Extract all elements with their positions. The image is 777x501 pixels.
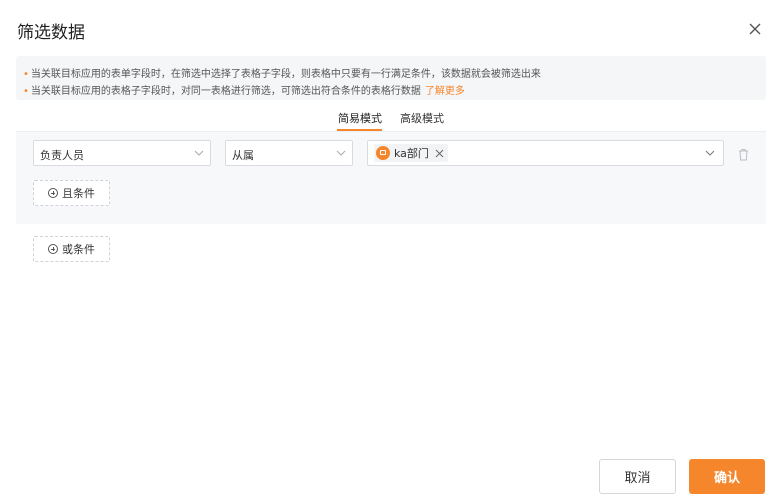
notice-text-1: 当关联目标应用的表单字段时，在筛选中选择了表格子字段，则表格中只要有一行满足条件… — [30, 69, 541, 80]
mode-tabs: 简易模式 高级模式 — [0, 110, 777, 132]
add-or-condition-button[interactable]: 或条件 — [33, 236, 110, 262]
chevron-down-icon — [194, 150, 204, 156]
add-and-condition-button[interactable]: 且条件 — [33, 180, 110, 206]
or-condition-label: 或条件 — [62, 243, 95, 256]
value-select[interactable]: ka部门 — [367, 140, 724, 166]
operator-select-value: 从属 — [232, 149, 254, 162]
field-select-value: 负责人员 — [40, 149, 84, 162]
learn-more-link[interactable]: 了解更多 — [425, 86, 465, 97]
close-icon[interactable] — [746, 20, 764, 38]
tab-simple-mode[interactable]: 简易模式 — [338, 110, 382, 126]
and-condition-label: 且条件 — [62, 187, 95, 200]
notice-line-2: • 当关联目标应用的表格子字段时，对同一表格进行筛选，可筛选出符合条件的表格行数据… — [23, 86, 465, 97]
cancel-button[interactable]: 取消 — [599, 459, 676, 494]
operator-select[interactable]: 从属 — [225, 140, 353, 166]
chevron-down-icon — [705, 150, 715, 156]
plus-circle-icon — [48, 244, 58, 254]
notice-text-2: 当关联目标应用的表格子字段时，对同一表格进行筛选，可筛选出符合条件的表格行数据 — [30, 86, 421, 97]
confirm-button[interactable]: 确认 — [689, 459, 765, 494]
tab-advanced-mode[interactable]: 高级模式 — [400, 110, 444, 126]
dialog-title: 筛选数据 — [17, 23, 85, 43]
field-select[interactable]: 负责人员 — [33, 140, 211, 166]
department-icon — [376, 146, 390, 160]
value-tag: ka部门 — [374, 144, 448, 162]
chevron-down-icon — [336, 150, 346, 156]
value-tag-label: ka部门 — [394, 147, 429, 160]
notice-line-1: • 当关联目标应用的表单字段时，在筛选中选择了表格子字段，则表格中只要有一行满足条… — [23, 69, 541, 80]
trash-icon[interactable] — [738, 148, 749, 161]
notice-box: • 当关联目标应用的表单字段时，在筛选中选择了表格子字段，则表格中只要有一行满足条… — [16, 56, 766, 100]
plus-circle-icon — [48, 188, 58, 198]
remove-tag-icon[interactable] — [435, 149, 444, 158]
